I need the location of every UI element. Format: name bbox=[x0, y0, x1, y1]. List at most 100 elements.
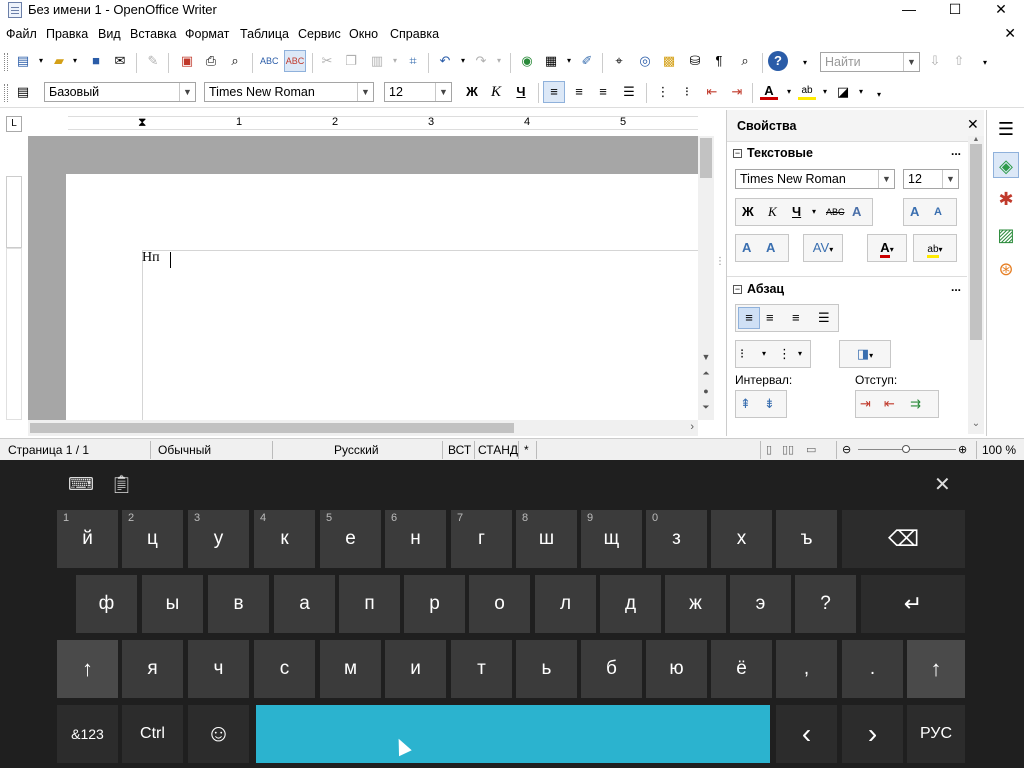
document-area[interactable]: Нп bbox=[28, 136, 698, 420]
menu-help[interactable]: Справка bbox=[390, 27, 439, 41]
scroll-right-icon[interactable]: › bbox=[690, 421, 694, 433]
paste-dropdown-icon[interactable]: ▾ bbox=[386, 52, 404, 70]
scroll-down-icon[interactable]: ▼ bbox=[698, 352, 714, 366]
cut-icon[interactable]: ✂ bbox=[318, 52, 336, 70]
hyperlink-icon[interactable]: ◉ bbox=[518, 52, 536, 70]
page-style[interactable]: Обычный bbox=[158, 443, 211, 457]
key-е[interactable]: 5е bbox=[320, 510, 381, 568]
font-color-icon[interactable]: A bbox=[760, 82, 778, 100]
zoom-icon[interactable]: ⌕ bbox=[736, 52, 754, 70]
key-ъ[interactable]: ъ bbox=[776, 510, 837, 568]
increase-font-icon[interactable]: A bbox=[910, 199, 919, 225]
sidebar-size-select[interactable]: 12 ▼ bbox=[903, 169, 959, 189]
key-period[interactable]: . bbox=[842, 640, 903, 698]
decrease-spacing-icon[interactable]: ⇟ bbox=[764, 391, 775, 417]
bullets-icon[interactable]: ⁝ bbox=[678, 83, 696, 101]
subscript-icon[interactable]: A bbox=[766, 235, 775, 261]
zoom-slider-handle[interactable] bbox=[902, 445, 910, 453]
sidebar-collapse-handle-icon[interactable]: ⋮ bbox=[715, 256, 725, 267]
zoom-out-icon[interactable]: ⊖ bbox=[842, 443, 851, 456]
redo-dropdown-icon[interactable]: ▾ bbox=[490, 52, 508, 70]
clipboard-icon[interactable]: 📋︎ bbox=[110, 474, 133, 495]
key-д[interactable]: д bbox=[600, 575, 661, 633]
toolbar-options-icon[interactable]: ▾ bbox=[870, 86, 888, 104]
key-ч[interactable]: ч bbox=[188, 640, 249, 698]
open-dropdown-icon[interactable]: ▾ bbox=[66, 52, 84, 70]
key-с[interactable]: с bbox=[254, 640, 315, 698]
key-щ[interactable]: 9щ bbox=[581, 510, 642, 568]
paragraph-background-button[interactable]: ◨▾ bbox=[839, 340, 891, 368]
styles-formatting-icon[interactable]: ▤ bbox=[14, 83, 32, 101]
font-color-dropdown-icon[interactable]: ▾ bbox=[780, 83, 798, 101]
selection-mode[interactable]: СТАНД bbox=[478, 443, 518, 457]
sidebar-scrollbar[interactable]: ▲ ⌄ bbox=[968, 136, 984, 434]
save-icon[interactable]: ■ bbox=[87, 52, 105, 70]
emoji-key[interactable]: ☺ bbox=[188, 705, 249, 763]
superscript-icon[interactable]: A bbox=[742, 235, 751, 261]
key-р[interactable]: р bbox=[404, 575, 465, 633]
language-indicator[interactable]: Русский bbox=[334, 443, 379, 457]
key-ш[interactable]: 8ш bbox=[516, 510, 577, 568]
close-keyboard-icon[interactable]: ✕ bbox=[934, 472, 951, 497]
chevron-down-icon[interactable]: ▾ bbox=[762, 341, 766, 367]
sidebar-align-left-button[interactable]: ≡ bbox=[738, 307, 760, 329]
table-dropdown-icon[interactable]: ▾ bbox=[560, 52, 578, 70]
justify-button[interactable]: ☰ bbox=[620, 83, 638, 101]
draw-functions-icon[interactable]: ✐ bbox=[578, 52, 596, 70]
ruler-bar[interactable] bbox=[68, 116, 698, 130]
find-input[interactable]: Найти ▼ bbox=[820, 52, 920, 72]
align-right-button[interactable]: ≡ bbox=[594, 83, 612, 101]
indent-marker-icon[interactable]: ⧗ bbox=[138, 115, 146, 130]
key-ц[interactable]: 2ц bbox=[122, 510, 183, 568]
ctrl-key[interactable]: Ctrl bbox=[122, 705, 183, 763]
redo-icon[interactable]: ↷ bbox=[472, 52, 490, 70]
navigator-tab-icon[interactable]: ⊛ bbox=[993, 256, 1019, 282]
sidebar-underline-button[interactable]: Ч bbox=[792, 199, 801, 225]
next-page-icon[interactable]: ⏷ bbox=[698, 402, 714, 416]
key-з[interactable]: 0з bbox=[646, 510, 707, 568]
single-page-view-icon[interactable]: ▯ bbox=[766, 443, 772, 456]
key-г[interactable]: 7г bbox=[451, 510, 512, 568]
sidebar-justify-button[interactable]: ☰ bbox=[818, 305, 830, 331]
left-arrow-key[interactable]: ‹ bbox=[776, 705, 837, 763]
zoom-level[interactable]: 100 % bbox=[982, 443, 1016, 457]
print-preview-icon[interactable]: ⌕ bbox=[226, 52, 244, 70]
highlight-icon[interactable]: ab bbox=[798, 82, 816, 100]
previous-page-icon[interactable]: ⏶ bbox=[698, 368, 714, 382]
navigation-icon[interactable]: ● bbox=[698, 386, 714, 400]
menu-format[interactable]: Формат bbox=[185, 27, 229, 41]
email-icon[interactable]: ✉ bbox=[111, 52, 129, 70]
properties-tab-icon[interactable]: ◈ bbox=[993, 152, 1019, 178]
key-в[interactable]: в bbox=[208, 575, 269, 633]
clone-formatting-icon[interactable]: ⌗ bbox=[404, 52, 422, 70]
key-ы[interactable]: ы bbox=[142, 575, 203, 633]
menu-window[interactable]: Окно bbox=[349, 27, 378, 41]
table-icon[interactable]: ▦ bbox=[542, 52, 560, 70]
sidebar-highlight-button[interactable]: ab▾ bbox=[913, 234, 957, 262]
navigator-icon[interactable]: ◎ bbox=[636, 52, 654, 70]
sidebar-increase-indent-icon[interactable]: ⇥ bbox=[860, 391, 871, 417]
document-vertical-scrollbar[interactable]: ▼ ⏶ ● ⏷ bbox=[698, 136, 714, 420]
key-comma[interactable]: , bbox=[776, 640, 837, 698]
export-pdf-icon[interactable]: ▣ bbox=[178, 52, 196, 70]
key-о[interactable]: о bbox=[469, 575, 530, 633]
underline-button[interactable]: Ч bbox=[512, 83, 530, 101]
keyboard-settings-icon[interactable]: ⌨ bbox=[68, 474, 94, 495]
increase-indent-icon[interactable]: ⇥ bbox=[728, 83, 746, 101]
paste-icon[interactable]: ▥ bbox=[368, 52, 386, 70]
chevron-down-icon[interactable]: ▼ bbox=[878, 170, 894, 188]
toolbar-grip[interactable] bbox=[4, 53, 8, 71]
sidebar-italic-button[interactable]: К bbox=[768, 199, 777, 225]
key-х[interactable]: х bbox=[711, 510, 772, 568]
book-view-icon[interactable]: ▭ bbox=[806, 443, 816, 456]
key-э[interactable]: э bbox=[730, 575, 791, 633]
backspace-key[interactable]: ⌫ bbox=[842, 510, 965, 568]
multi-page-view-icon[interactable]: ▯▯ bbox=[782, 443, 794, 456]
menu-view[interactable]: Вид bbox=[98, 27, 121, 41]
key-п[interactable]: п bbox=[339, 575, 400, 633]
modified-indicator[interactable]: * bbox=[524, 443, 529, 457]
sidebar-decrease-indent-icon[interactable]: ⇤ bbox=[884, 391, 895, 417]
gallery-tab-icon[interactable]: ▨ bbox=[993, 222, 1019, 248]
new-document-icon[interactable]: ▤ bbox=[14, 52, 32, 70]
find-previous-icon[interactable]: ⇧ bbox=[950, 52, 968, 70]
